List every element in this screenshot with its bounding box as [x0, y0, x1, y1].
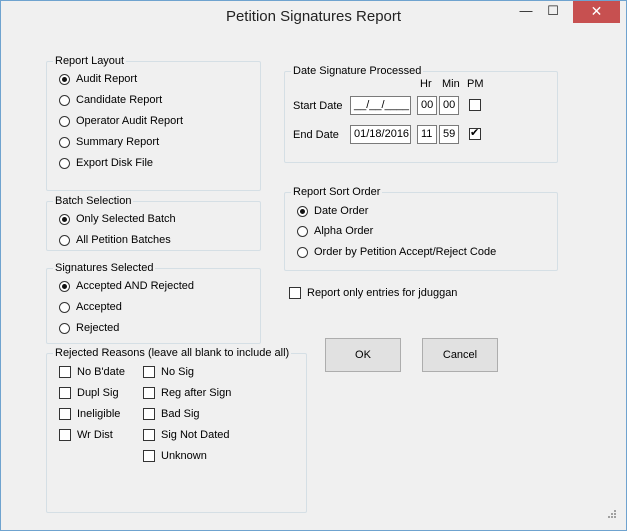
checkbox-sig-not-dated[interactable]: Sig Not Dated: [143, 428, 229, 444]
batch-selection-legend: Batch Selection: [55, 195, 132, 207]
radio-summary-report[interactable]: Summary Report: [59, 135, 159, 151]
radio-rejected[interactable]: Rejected: [59, 321, 119, 337]
radio-operator-audit-report[interactable]: Operator Audit Report: [59, 114, 183, 130]
radio-candidate-report[interactable]: Candidate Report: [59, 93, 162, 109]
signatures-selected-legend: Signatures Selected: [55, 262, 154, 274]
resize-grip-icon[interactable]: [605, 509, 617, 521]
radio-indicator: [297, 225, 308, 237]
radio-date-order[interactable]: Date Order: [297, 204, 368, 220]
start-hr-input[interactable]: 00: [417, 96, 437, 115]
end-pm-checkbox[interactable]: [469, 127, 481, 140]
checkbox-reg-after-sign[interactable]: Reg after Sign: [143, 386, 231, 402]
start-pm-checkbox[interactable]: [469, 99, 481, 111]
radio-alpha-order[interactable]: Alpha Order: [297, 224, 373, 240]
checkbox-report-only-user[interactable]: Report only entries for jduggan: [289, 286, 457, 302]
cancel-button[interactable]: Cancel: [422, 338, 498, 372]
checkbox-indicator: [143, 366, 155, 379]
minimize-button[interactable]: —: [513, 1, 539, 23]
hr-header: Hr: [420, 78, 432, 90]
close-button[interactable]: ✕: [573, 1, 620, 23]
maximize-button[interactable]: ☐: [539, 1, 567, 23]
end-date-input[interactable]: 01/18/2016: [350, 125, 411, 144]
checkbox-unknown[interactable]: Unknown: [143, 449, 207, 465]
checkbox-dupl-sig[interactable]: Dupl Sig: [59, 386, 119, 402]
checkbox-indicator: [59, 429, 71, 442]
checkbox-ineligible[interactable]: Ineligible: [59, 407, 120, 423]
radio-indicator: [59, 115, 70, 127]
radio-indicator: [59, 280, 70, 292]
min-header: Min: [442, 78, 460, 90]
radio-audit-report[interactable]: Audit Report: [59, 72, 137, 88]
end-min-input[interactable]: 59: [439, 125, 459, 144]
radio-indicator: [297, 205, 308, 217]
checkbox-indicator: [143, 387, 155, 400]
radio-only-selected-batch[interactable]: Only Selected Batch: [59, 212, 176, 228]
checkbox-bad-sig[interactable]: Bad Sig: [143, 407, 200, 423]
rejected-reasons-legend: Rejected Reasons (leave all blank to inc…: [55, 347, 290, 359]
checkbox-indicator: [59, 408, 71, 421]
checkbox-indicator: [59, 366, 71, 379]
radio-indicator: [59, 136, 70, 148]
radio-indicator: [59, 234, 70, 246]
radio-indicator: [59, 301, 70, 313]
checkbox-indicator: [143, 429, 155, 442]
start-date-input[interactable]: __/__/____: [350, 96, 411, 115]
radio-indicator: [297, 246, 308, 258]
sort-order-legend: Report Sort Order: [293, 186, 381, 198]
radio-indicator: [59, 157, 70, 169]
report-layout-legend: Report Layout: [55, 55, 125, 67]
checkbox-indicator: [143, 450, 155, 463]
ok-button[interactable]: OK: [325, 338, 401, 372]
radio-accepted[interactable]: Accepted: [59, 300, 122, 316]
radio-accepted-and-rejected[interactable]: Accepted AND Rejected: [59, 279, 194, 295]
radio-export-disk-file[interactable]: Export Disk File: [59, 156, 153, 172]
title-bar[interactable]: Petition Signatures Report — ☐ ✕: [1, 1, 626, 31]
checkbox-indicator: [59, 387, 71, 400]
checkbox-no-sig[interactable]: No Sig: [143, 365, 194, 381]
pm-header: PM: [467, 78, 484, 90]
checkbox-indicator: [143, 408, 155, 421]
end-date-label: End Date: [293, 129, 339, 141]
checkbox-no-bdate[interactable]: No B'date: [59, 365, 125, 381]
end-hr-input[interactable]: 11: [417, 125, 437, 144]
radio-order-by-code[interactable]: Order by Petition Accept/Reject Code: [297, 245, 496, 261]
radio-indicator: [59, 322, 70, 334]
date-processed-legend: Date Signature Processed: [293, 65, 422, 77]
start-date-label: Start Date: [293, 100, 343, 112]
report-dialog: Petition Signatures Report — ☐ ✕ Report …: [0, 0, 627, 531]
checkbox-wr-dist[interactable]: Wr Dist: [59, 428, 113, 444]
start-min-input[interactable]: 00: [439, 96, 459, 115]
dialog-body: Report Layout Audit Report Candidate Rep…: [9, 31, 618, 522]
radio-indicator: [59, 73, 70, 85]
checkbox-indicator: [289, 287, 301, 300]
radio-all-petition-batches[interactable]: All Petition Batches: [59, 233, 171, 249]
radio-indicator: [59, 213, 70, 225]
radio-indicator: [59, 94, 70, 106]
